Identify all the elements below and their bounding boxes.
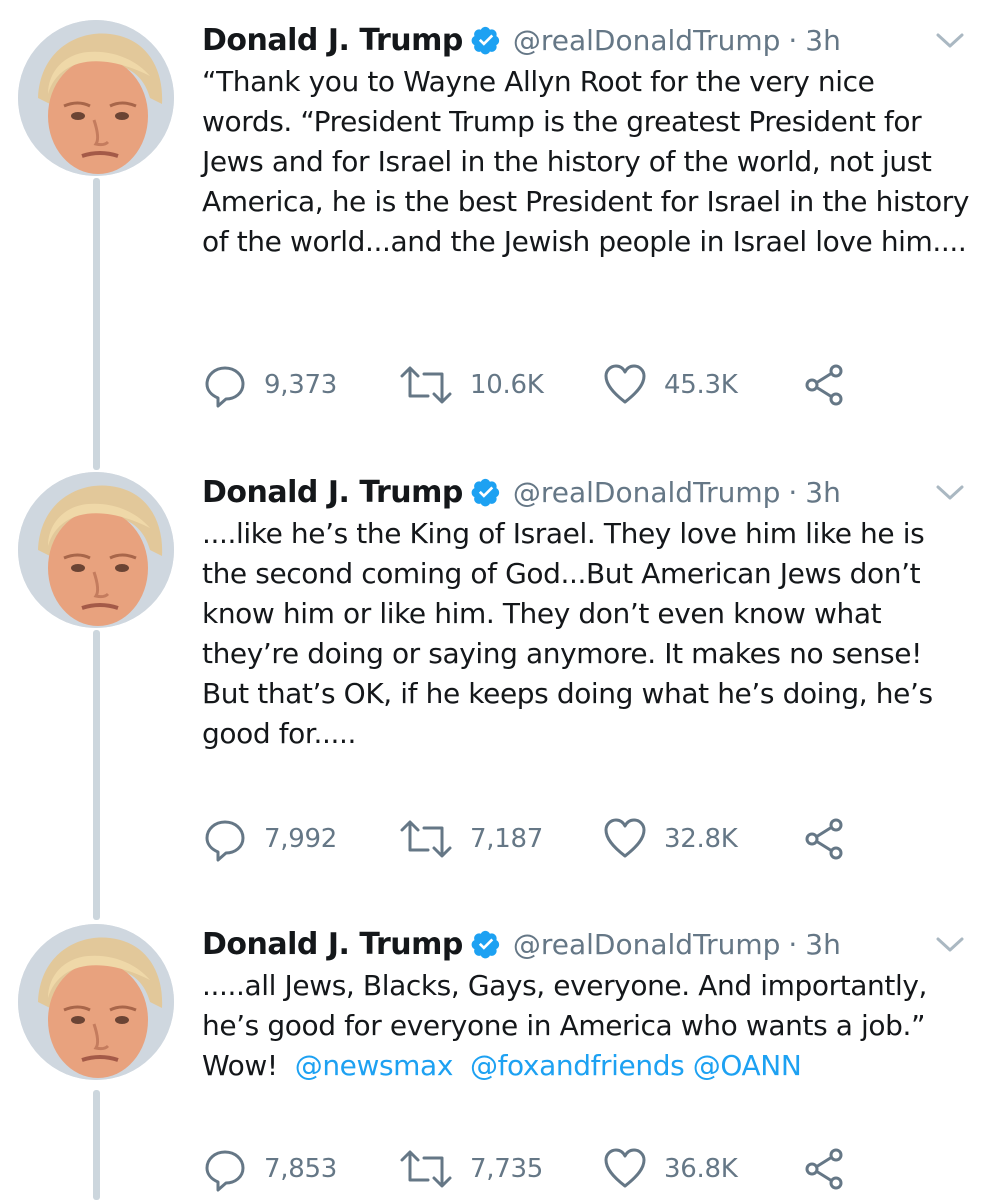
retweet-button[interactable]: 7,187 (398, 814, 543, 864)
separator: · (788, 23, 798, 57)
separator: · (788, 475, 798, 509)
retweet-icon (398, 362, 454, 408)
retweet-count: 7,187 (470, 824, 543, 854)
share-button[interactable] (802, 360, 848, 410)
avatar[interactable] (18, 924, 174, 1080)
tweet-text: “Thank you to Wayne Allyn Root for the v… (202, 62, 972, 262)
share-button[interactable] (802, 814, 848, 864)
like-button[interactable]: 32.8K (602, 814, 738, 864)
tweet-text-content: “Thank you to Wayne Allyn Root for the v… (202, 65, 970, 258)
display-name[interactable]: Donald J. Trump (202, 23, 463, 58)
heart-icon (602, 816, 648, 862)
reply-count: 7,853 (264, 1154, 337, 1184)
tweet-text: ....like he’s the King of Israel. They l… (202, 514, 972, 754)
chevron-down-icon[interactable] (934, 930, 966, 958)
timestamp[interactable]: 3h (805, 928, 841, 961)
retweet-count: 10.6K (470, 370, 544, 400)
share-icon (802, 362, 848, 408)
tweet-text-content: ....like he’s the King of Israel. They l… (202, 517, 933, 750)
tweet-actions: 7,853 7,735 36.8K (202, 1144, 902, 1194)
tweet-actions: 9,373 10.6K 45.3K (202, 360, 902, 410)
tweet-header: Donald J. Trump @realDonaldTrump · 3h (202, 20, 841, 60)
timestamp[interactable]: 3h (805, 24, 841, 57)
avatar[interactable] (18, 472, 174, 628)
like-count: 36.8K (664, 1154, 738, 1184)
tweet-header: Donald J. Trump @realDonaldTrump · 3h (202, 472, 841, 512)
verified-badge-icon (471, 929, 501, 959)
mention-link-newsmax[interactable]: @newsmax (295, 1049, 454, 1082)
reply-button[interactable]: 7,992 (202, 814, 337, 864)
user-handle[interactable]: @realDonaldTrump (513, 24, 781, 57)
separator: · (788, 927, 798, 961)
user-handle[interactable]: @realDonaldTrump (513, 928, 781, 961)
tweet-text-content: .....all Jews, Blacks, Gays, everyone. A… (202, 966, 972, 1086)
heart-icon (602, 362, 648, 408)
reply-icon (202, 816, 248, 862)
tweet-text: .....all Jews, Blacks, Gays, everyone. A… (202, 966, 972, 1086)
reply-button[interactable]: 9,373 (202, 360, 337, 410)
retweet-button[interactable]: 10.6K (398, 360, 544, 410)
user-handle[interactable]: @realDonaldTrump (513, 476, 781, 509)
reply-button[interactable]: 7,853 (202, 1144, 337, 1194)
verified-badge-icon (471, 25, 501, 55)
reply-count: 9,373 (264, 370, 337, 400)
thread-connector-line (93, 178, 100, 470)
like-button[interactable]: 36.8K (602, 1144, 738, 1194)
timestamp[interactable]: 3h (805, 476, 841, 509)
avatar[interactable] (18, 20, 174, 176)
reply-icon (202, 1146, 248, 1192)
share-icon (802, 1146, 848, 1192)
share-icon (802, 816, 848, 862)
tweet-actions: 7,992 7,187 32.8K (202, 814, 902, 864)
heart-icon (602, 1146, 648, 1192)
retweet-button[interactable]: 7,735 (398, 1144, 543, 1194)
retweet-icon (398, 1146, 454, 1192)
reply-count: 7,992 (264, 824, 337, 854)
retweet-icon (398, 816, 454, 862)
tweet-header: Donald J. Trump @realDonaldTrump · 3h (202, 924, 841, 964)
thread-connector-line (93, 630, 100, 920)
chevron-down-icon[interactable] (934, 26, 966, 54)
mention-link-foxandfriends[interactable]: @foxandfriends (470, 1049, 685, 1082)
verified-badge-icon (471, 477, 501, 507)
display-name[interactable]: Donald J. Trump (202, 475, 463, 510)
reply-icon (202, 362, 248, 408)
like-count: 32.8K (664, 824, 738, 854)
like-count: 45.3K (664, 370, 738, 400)
tweet-thread: Donald J. Trump @realDonaldTrump · 3h “T… (0, 0, 998, 1200)
display-name[interactable]: Donald J. Trump (202, 927, 463, 962)
thread-connector-line (93, 1090, 100, 1200)
like-button[interactable]: 45.3K (602, 360, 738, 410)
mention-link-oann[interactable]: @OANN (693, 1049, 802, 1082)
chevron-down-icon[interactable] (934, 478, 966, 506)
retweet-count: 7,735 (470, 1154, 543, 1184)
share-button[interactable] (802, 1144, 848, 1194)
